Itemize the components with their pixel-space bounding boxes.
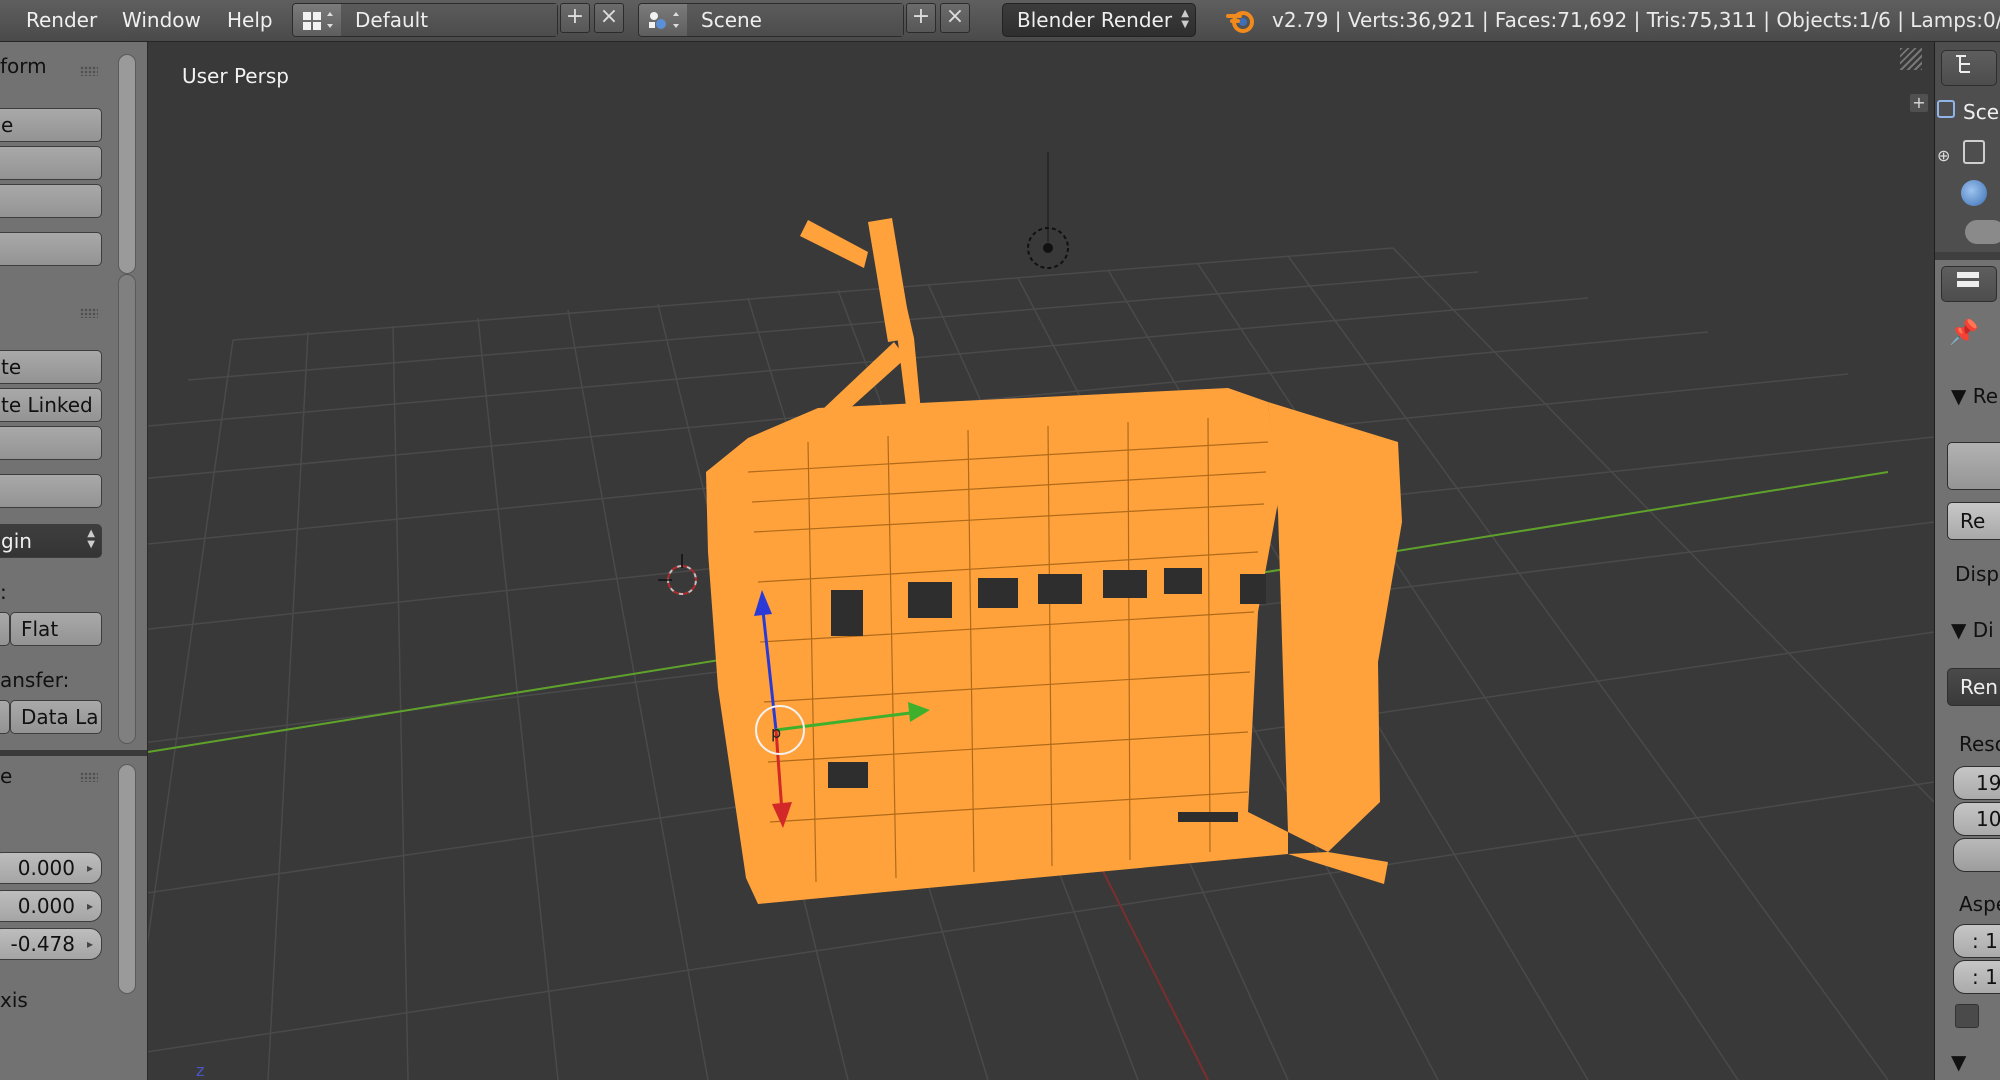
properties-panel: 📌 ▼ Re Re Disp ▼ Di Ren Reso 19 10 Aspe … (1935, 260, 2000, 1080)
expand-icon[interactable]: ⊕ (1937, 146, 1950, 165)
render-engine-select[interactable]: Blender Render ▲ ▼ (1002, 3, 1196, 37)
operator-scrollbar[interactable] (118, 764, 136, 994)
info-header: Render Window Help Default + × Scene + ×… (0, 0, 2000, 42)
delete-scene-icon[interactable]: × (940, 3, 970, 33)
set-origin-value: gin (1, 529, 32, 553)
scene-selector[interactable]: Scene (638, 3, 904, 37)
render-panel-header[interactable]: ▼ Re (1951, 384, 1998, 408)
increment-arrow-icon[interactable]: ▸ (87, 929, 93, 959)
resolution-y-field[interactable]: 10 (1953, 802, 2000, 836)
render-engine-value: Blender Render (1017, 8, 1173, 32)
shading-label: : (0, 580, 7, 604)
properties-editor-type-icon[interactable] (1941, 266, 1997, 302)
translate-button[interactable]: e (0, 108, 102, 142)
outliner-scrollbar[interactable] (1965, 220, 2000, 244)
render-layers-icon[interactable] (1963, 140, 1985, 164)
add-scene-icon[interactable]: + (906, 3, 936, 33)
pin-icon[interactable]: 📌 (1949, 318, 1979, 346)
region-divider (0, 750, 147, 756)
duplicate-button[interactable]: te (0, 350, 102, 384)
display-label: Disp (1955, 562, 2000, 586)
add-screen-icon[interactable]: + (560, 3, 590, 33)
render-button[interactable]: Re (1947, 502, 2000, 540)
render-image-button[interactable] (1947, 442, 2000, 490)
increment-arrow-icon[interactable]: ▸ (87, 853, 93, 883)
value-field-z[interactable]: -0.478 ▸ (0, 928, 102, 960)
screen-layout-icon[interactable] (293, 4, 342, 36)
menu-window[interactable]: Window (122, 8, 201, 32)
increment-arrow-icon[interactable]: ▸ (87, 891, 93, 921)
resolution-percentage-field[interactable] (1953, 838, 2000, 872)
panel-grip-icon[interactable] (80, 66, 98, 76)
delete-button[interactable] (0, 426, 102, 460)
panel-grip-icon[interactable] (80, 772, 98, 782)
tool-shelf: form e te te Linked gin ▲ ▼ : Flat ansfer… (0, 42, 148, 1080)
shelf-scroll-track[interactable] (118, 274, 136, 744)
view-perspective-label: User Persp (182, 64, 289, 88)
set-origin-select[interactable]: gin ▲ ▼ (0, 524, 102, 558)
outliner-panel: Scer ⊕ (1935, 42, 2000, 252)
3d-viewport[interactable]: p z User Persp + (148, 42, 1934, 1080)
axis-z-indicator: z (196, 1061, 204, 1080)
aspect-y-field[interactable]: : 1 (1953, 960, 2000, 994)
dimensions-panel-header[interactable]: ▼ Di (1951, 618, 1994, 642)
aspect-x-field[interactable]: : 1 (1953, 924, 2000, 958)
right-editor-panels: Scer ⊕ 📌 ▼ Re Re Disp ▼ Di Ren Reso 19 1… (1934, 42, 2000, 1080)
scene-statistics: v2.79 | Verts:36,921 | Faces:71,692 | Tr… (1272, 8, 2000, 32)
scene-camera-icon (1937, 100, 1955, 118)
properties-region-toggle-icon[interactable]: + (1910, 94, 1928, 112)
scene-icon[interactable] (639, 4, 688, 36)
data-layers-button[interactable]: Data La (10, 700, 102, 734)
screen-layout-name[interactable]: Default (341, 4, 557, 36)
smooth-button[interactable] (0, 612, 10, 646)
screen-layout-selector[interactable]: Default (292, 3, 558, 37)
resolution-x-field[interactable]: 19 (1953, 766, 2000, 800)
area-split-corner[interactable] (1900, 48, 1922, 70)
scale-button[interactable] (0, 184, 102, 218)
collapsed-panel-header[interactable]: ▼ (1951, 1050, 1966, 1074)
rotate-button[interactable] (0, 146, 102, 180)
world-icon[interactable] (1961, 180, 1987, 206)
updown-arrows-icon: ▲ ▼ (87, 528, 95, 550)
value-field-y[interactable]: 0.000 ▸ (0, 890, 102, 922)
duplicate-linked-button[interactable]: te Linked (0, 388, 102, 422)
value-field-x[interactable]: 0.000 ▸ (0, 852, 102, 884)
render-presets-button[interactable]: Ren (1947, 668, 2000, 706)
outliner-scene-item[interactable]: Scer (1963, 100, 2000, 124)
border-checkbox[interactable] (1955, 1004, 1979, 1028)
transform-panel-header[interactable]: form (0, 54, 47, 78)
blender-logo-icon (1226, 11, 1254, 33)
tram-mesh-object[interactable] (706, 218, 1402, 904)
flat-shading-button[interactable]: Flat (10, 612, 102, 646)
axis-label: xis (0, 988, 28, 1012)
panel-grip-icon[interactable] (80, 308, 98, 318)
shelf-scrollbar[interactable] (118, 54, 136, 274)
outliner-editor-type-icon[interactable] (1941, 50, 1997, 86)
resolution-label: Reso (1959, 732, 2000, 756)
scene-name[interactable]: Scene (687, 4, 903, 36)
aspect-label: Aspe (1959, 892, 2000, 916)
join-button[interactable] (0, 474, 102, 508)
lamp-object[interactable] (1027, 152, 1069, 269)
menu-help[interactable]: Help (227, 8, 273, 32)
updown-arrows-icon: ▲ ▼ (1181, 8, 1189, 30)
data-transfer-label: ansfer: (0, 668, 70, 692)
operator-panel-header[interactable]: e (0, 764, 12, 788)
origin-label: p (771, 723, 781, 742)
delete-screen-icon[interactable]: × (594, 3, 624, 33)
menu-render[interactable]: Render (26, 8, 97, 32)
mirror-button[interactable] (0, 232, 102, 266)
viewport-scene[interactable]: p z (148, 42, 1934, 1080)
data-button[interactable] (0, 700, 10, 734)
